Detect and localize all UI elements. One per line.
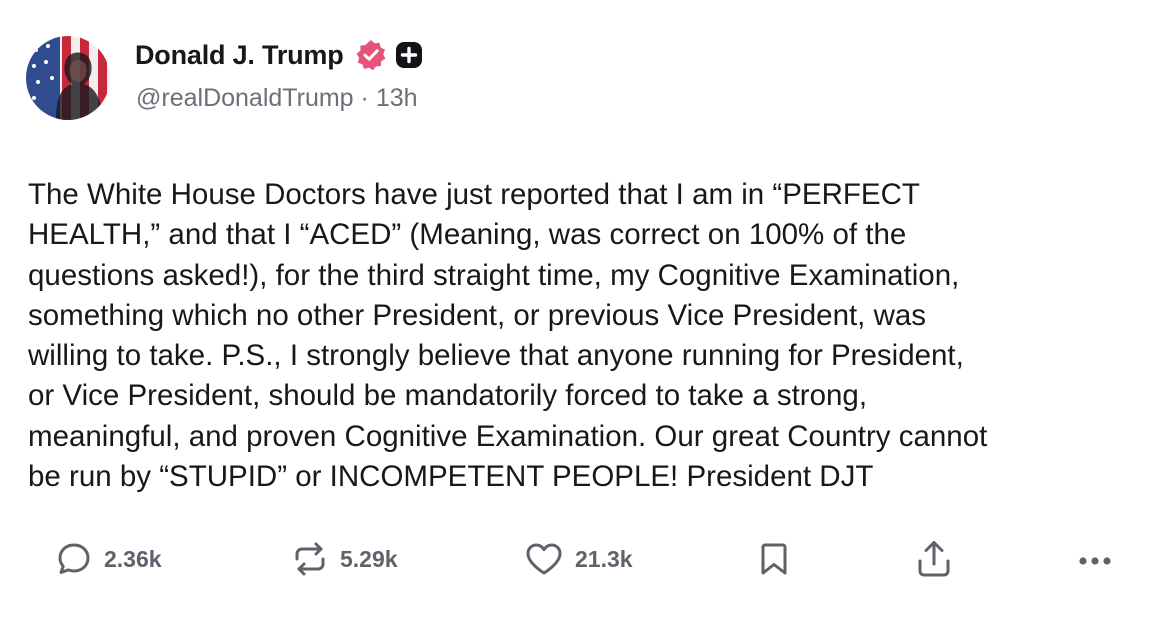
- post-body: The White House Doctors have just report…: [28, 175, 1153, 497]
- repost-button[interactable]: 5.29k: [290, 535, 398, 583]
- post-text-line: something which no other President, or p…: [28, 298, 927, 332]
- post-text-line: be run by “STUPID” or INCOMPETENT PEOPLE…: [28, 460, 874, 494]
- post-text-line: The White House Doctors have just report…: [28, 178, 920, 211]
- more-icon: [1075, 539, 1115, 579]
- author-handle[interactable]: @realDonaldTrump: [136, 84, 354, 112]
- plus-badge-icon: [394, 40, 424, 70]
- post-text-line: or Vice President, should be mandatorily…: [28, 379, 868, 413]
- reply-count: 2.36k: [104, 545, 162, 572]
- repost-count: 5.29k: [340, 545, 398, 572]
- heart-icon: [523, 539, 565, 579]
- reply-icon: [54, 539, 94, 579]
- action-bar: 2.36k 5.29k 21.3k: [0, 535, 1173, 583]
- share-button[interactable]: [913, 535, 955, 583]
- post-card: Donald J. Trump @realDonaldTrump · 13h T…: [0, 0, 1173, 617]
- verified-badge-icon: [354, 38, 388, 72]
- repost-icon: [290, 539, 330, 579]
- reply-button[interactable]: 2.36k: [54, 535, 162, 583]
- bookmark-button[interactable]: [754, 535, 794, 583]
- more-options-button[interactable]: [1075, 535, 1115, 583]
- author-meta: @realDonaldTrump · 13h: [136, 84, 418, 113]
- bookmark-icon: [754, 539, 794, 579]
- like-count: 21.3k: [575, 545, 633, 572]
- avatar[interactable]: [26, 36, 110, 120]
- post-text-line: HEALTH,” and that I “ACED” (Meaning, was…: [28, 218, 907, 252]
- author-name-row: Donald J. Trump: [135, 36, 424, 74]
- post-text-line: questions asked!), for the third straigh…: [28, 258, 960, 292]
- post-timestamp[interactable]: 13h: [376, 84, 418, 112]
- share-icon: [913, 538, 955, 580]
- meta-separator: ·: [360, 84, 376, 112]
- post-text-line: meaningful, and proven Cognitive Examina…: [28, 419, 988, 453]
- author-display-name[interactable]: Donald J. Trump: [135, 40, 344, 71]
- post-text-line: willing to take. P.S., I strongly believ…: [28, 339, 964, 373]
- like-button[interactable]: 21.3k: [523, 535, 633, 583]
- avatar-image: [26, 36, 110, 120]
